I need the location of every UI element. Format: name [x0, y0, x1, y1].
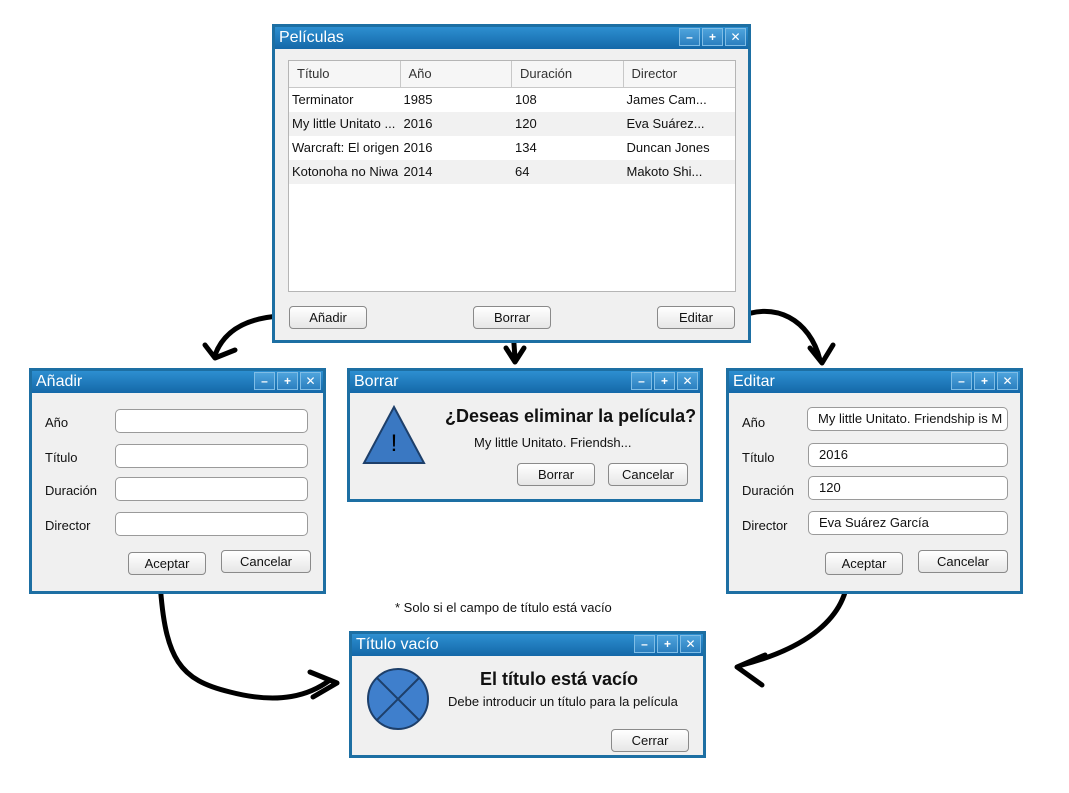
cell-anio: 2016 — [403, 116, 433, 131]
column-header-anio[interactable]: Año — [401, 61, 513, 87]
column-header-duracion[interactable]: Duración — [512, 61, 624, 87]
editar-titlebar[interactable]: Editar – + ✕ — [729, 371, 1020, 393]
error-icon — [367, 668, 429, 730]
anadir-window: Añadir – + ✕ Año Título Duración Directo… — [29, 368, 326, 594]
cell-director: James Cam... — [626, 92, 707, 107]
table-header: Título Año Duración Director — [289, 61, 735, 88]
condition-note: * Solo si el campo de título está vacío — [395, 600, 612, 615]
close-icon[interactable]: ✕ — [725, 28, 746, 46]
borrar-titlebar[interactable]: Borrar – + ✕ — [350, 371, 700, 393]
arrow-to-anadir — [202, 313, 283, 361]
duracion-label: Duración — [742, 483, 795, 498]
cell-anio: 2014 — [403, 164, 433, 179]
cell-titulo: Kotonoha no Niwa — [292, 164, 399, 179]
minimize-icon[interactable]: – — [631, 372, 652, 390]
cell-duracion: 64 — [515, 164, 530, 179]
titulo-vacio-titlebar[interactable]: Título vacío – + ✕ — [352, 634, 703, 656]
cell-titulo: Warcraft: El origen — [292, 140, 400, 155]
table-row[interactable]: Kotonoha no Niwa 2014 64 Makoto Shi... — [289, 160, 735, 184]
maximize-icon[interactable]: + — [277, 372, 298, 390]
close-icon[interactable]: ✕ — [677, 372, 698, 390]
table-row[interactable]: My little Unitato ... 2016 120 Eva Suáre… — [289, 112, 735, 136]
confirm-delete-button[interactable]: Borrar — [517, 463, 595, 486]
maximize-icon[interactable]: + — [654, 372, 675, 390]
maximize-icon[interactable]: + — [657, 635, 678, 653]
cell-duracion: 134 — [515, 140, 537, 155]
cell-anio: 2016 — [403, 140, 433, 155]
peliculas-titlebar[interactable]: Películas – + ✕ — [275, 27, 748, 49]
duracion-label: Duración — [45, 483, 98, 498]
close-icon[interactable]: ✕ — [997, 372, 1018, 390]
director-label: Director — [45, 518, 91, 533]
window-title: Películas — [279, 29, 344, 46]
edit-button[interactable]: Editar — [657, 306, 735, 329]
editar-window: Editar – + ✕ Año My little Unitato. Frie… — [726, 368, 1023, 594]
anio-label: Año — [742, 415, 766, 430]
cell-director: Duncan Jones — [626, 140, 710, 155]
window-title: Título vacío — [356, 636, 439, 653]
delete-subtext: My little Unitato. Friendsh... — [474, 435, 632, 450]
cell-director: Eva Suárez... — [626, 116, 705, 131]
delete-heading: ¿Deseas eliminar la película? — [445, 406, 697, 426]
cell-director: Makoto Shi... — [626, 164, 703, 179]
anio-field[interactable] — [115, 409, 308, 433]
director-field[interactable]: Eva Suárez García — [808, 511, 1008, 535]
titulo-field[interactable] — [115, 444, 308, 468]
minimize-icon[interactable]: – — [634, 635, 655, 653]
close-icon[interactable]: ✕ — [300, 372, 321, 390]
minimize-icon[interactable]: – — [679, 28, 700, 46]
window-title: Editar — [733, 373, 775, 390]
titulo-field[interactable]: 2016 — [808, 443, 1008, 467]
cell-anio: 1985 — [403, 92, 433, 107]
cell-duracion: 120 — [515, 116, 537, 131]
column-header-titulo[interactable]: Título — [289, 61, 401, 87]
titulo-label: Título — [742, 450, 775, 465]
movies-table[interactable]: Título Año Duración Director Terminator … — [288, 60, 736, 292]
column-header-director[interactable]: Director — [624, 61, 735, 87]
titulo-label: Título — [45, 450, 78, 465]
window-title: Borrar — [354, 373, 399, 390]
cell-duracion: 108 — [515, 92, 537, 107]
maximize-icon[interactable]: + — [702, 28, 723, 46]
anio-field[interactable]: My little Unitato. Friendship is M — [807, 407, 1008, 431]
cancel-button[interactable]: Cancelar — [608, 463, 688, 486]
titulo-vacio-window: Título vacío – + ✕ El título está vacío … — [349, 631, 706, 758]
table-row[interactable]: Terminator 1985 108 James Cam... — [289, 88, 735, 112]
close-icon[interactable]: ✕ — [680, 635, 701, 653]
minimize-icon[interactable]: – — [951, 372, 972, 390]
arrow-to-editar — [734, 308, 836, 366]
director-field[interactable] — [115, 512, 308, 536]
accept-button[interactable]: Aceptar — [128, 552, 206, 575]
duracion-field[interactable] — [115, 477, 308, 501]
delete-button[interactable]: Borrar — [473, 306, 551, 329]
anio-label: Año — [45, 415, 69, 430]
cancel-button[interactable]: Cancelar — [221, 550, 311, 573]
arrow-anadir-to-vacio — [157, 579, 340, 701]
add-button[interactable]: Añadir — [289, 306, 367, 329]
minimize-icon[interactable]: – — [254, 372, 275, 390]
warning-glyph: ! — [391, 430, 398, 457]
cell-titulo: Terminator — [292, 92, 354, 107]
close-button[interactable]: Cerrar — [611, 729, 689, 752]
anadir-titlebar[interactable]: Añadir – + ✕ — [32, 371, 323, 393]
maximize-icon[interactable]: + — [974, 372, 995, 390]
table-row[interactable]: Warcraft: El origen 2016 134 Duncan Jone… — [289, 136, 735, 160]
peliculas-window: Películas – + ✕ Título Año Duración Dire… — [272, 24, 751, 343]
accept-button[interactable]: Aceptar — [825, 552, 903, 575]
warning-icon: ! — [362, 405, 426, 464]
cell-titulo: My little Unitato ... — [292, 116, 396, 131]
empty-title-heading: El título está vacío — [480, 669, 639, 689]
duracion-field[interactable]: 120 — [808, 476, 1008, 500]
cancel-button[interactable]: Cancelar — [918, 550, 1008, 573]
window-title: Añadir — [36, 373, 83, 390]
empty-title-subtext: Debe introducir un título para la pelícu… — [448, 694, 678, 709]
director-label: Director — [742, 518, 788, 533]
borrar-window: Borrar – + ✕ ! ¿Deseas eliminar la pelíc… — [347, 368, 703, 502]
